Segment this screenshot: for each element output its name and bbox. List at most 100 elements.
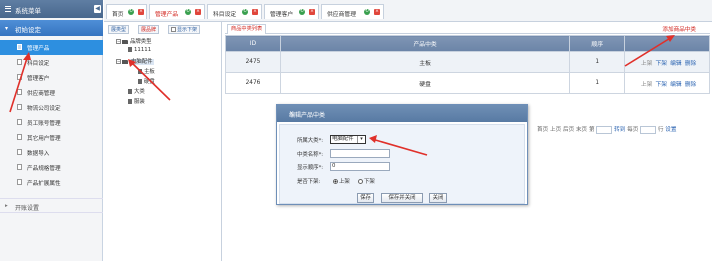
onshelf-radio-label: 上架 bbox=[339, 179, 350, 185]
refresh-icon[interactable]: ↻ bbox=[128, 9, 134, 15]
tree-node-category[interactable]: 大类 bbox=[128, 87, 145, 95]
close-icon[interactable]: × bbox=[289, 110, 521, 117]
file-icon bbox=[128, 99, 132, 104]
edit-subcategory-dialog: 编辑产品中类 × 所属大类*: 电脑配件 ▾ 中类名称*: 显示顺序*: 0 是… bbox=[276, 104, 528, 205]
table-row[interactable]: 2475 主板 1 上架 下架 编辑 删除 bbox=[225, 51, 710, 73]
tab-subject-settings[interactable]: 科目设定 ↻ × bbox=[207, 4, 262, 19]
tree-node-label: 主板 bbox=[144, 69, 155, 75]
tab-suppliers[interactable]: 供应商管理 ↻ × bbox=[321, 4, 384, 19]
tab-home[interactable]: 首页 ↻ × bbox=[106, 4, 147, 19]
tab-label: 管理产品 bbox=[155, 11, 179, 18]
tab-label: 首页 bbox=[112, 11, 124, 18]
display-order-input[interactable]: 0 bbox=[330, 162, 390, 171]
close-icon[interactable]: × bbox=[138, 9, 144, 15]
sidebar-item-suppliers[interactable]: 供应商管理 bbox=[0, 85, 103, 100]
onshelf-link[interactable]: 上架 bbox=[641, 61, 653, 67]
tree-node-motherboard[interactable]: 主板 bbox=[138, 67, 155, 75]
onshelf-radio[interactable]: 上架 bbox=[330, 177, 350, 185]
sidebar-item-logistics[interactable]: 物流公司设定 bbox=[0, 100, 103, 115]
document-icon bbox=[17, 74, 22, 80]
save-and-close-button[interactable]: 保存并关闭 bbox=[381, 193, 423, 203]
sidebar-item-product-attributes[interactable]: 产品扩展属性 bbox=[0, 175, 103, 190]
file-icon bbox=[138, 79, 142, 84]
pager-next[interactable]: 后页 bbox=[563, 127, 574, 133]
chevron-down-icon: ▾ bbox=[5, 25, 9, 32]
sidebar-item-other-users[interactable]: 其它用户管理 bbox=[0, 130, 103, 145]
tree-node-harddisk[interactable]: 硬盘 bbox=[138, 77, 155, 85]
sidebar-item-product-specs[interactable]: 产品规格管理 bbox=[0, 160, 103, 175]
tree-node-clothing[interactable]: 服装 bbox=[128, 97, 145, 105]
checkbox-icon bbox=[171, 27, 176, 32]
pager-last[interactable]: 末页 bbox=[576, 127, 587, 133]
sidebar-item-label: 科目设定 bbox=[27, 60, 50, 67]
delete-link[interactable]: 删除 bbox=[685, 61, 697, 67]
refresh-icon[interactable]: ↻ bbox=[364, 9, 370, 15]
sidebar-group-initial-settings[interactable]: ▾ 初始设定 bbox=[0, 20, 103, 36]
document-icon bbox=[17, 104, 22, 110]
sidebar-item-label: 产品扩展属性 bbox=[27, 180, 61, 187]
subcategory-name-input[interactable] bbox=[330, 149, 390, 158]
sidebar-header: 系统菜单 ◀ bbox=[0, 0, 103, 18]
page-number-input[interactable] bbox=[596, 125, 613, 134]
offshelf-radio-label: 下架 bbox=[364, 179, 375, 185]
sidebar-item-subject-settings[interactable]: 科目设定 bbox=[0, 55, 103, 70]
sidebar-item-label: 管理客户 bbox=[27, 75, 50, 82]
go-to-page-link[interactable]: 转到 bbox=[614, 127, 625, 133]
save-button[interactable]: 保存 bbox=[357, 193, 374, 203]
pager-first[interactable]: 首页 bbox=[537, 127, 548, 133]
chevron-down-icon: ▾ bbox=[357, 136, 365, 143]
close-icon[interactable]: × bbox=[309, 9, 315, 15]
collapse-sidebar-icon[interactable]: ◀ bbox=[94, 5, 101, 13]
table-row[interactable]: 2476 硬盘 1 上架 下架 编辑 删除 bbox=[225, 72, 710, 94]
order-label: 显示顺序*: bbox=[297, 165, 324, 171]
document-icon bbox=[17, 179, 22, 185]
tree-node-label: 品牌类型 bbox=[130, 39, 152, 45]
cell-actions: 上架 下架 编辑 删除 bbox=[624, 51, 710, 73]
refresh-icon[interactable]: ↻ bbox=[242, 9, 248, 15]
tree-node-11111[interactable]: 11111 bbox=[128, 47, 151, 53]
subcategory-table: ID 产品中类 顺序 2475 主板 1 上架 下架 编辑 删除 2476 硬盘 1 … bbox=[225, 35, 710, 94]
dialog-form: 所属大类*: 电脑配件 ▾ 中类名称*: 显示顺序*: 0 是否下架: 上架 下… bbox=[279, 124, 525, 204]
sidebar-item-staff-accounts[interactable]: 员工账号管理 bbox=[0, 115, 103, 130]
category-select-value: 电脑配件 bbox=[332, 136, 354, 142]
tab-manage-products[interactable]: 管理产品 ↻ × bbox=[149, 4, 205, 19]
file-icon bbox=[128, 47, 132, 52]
set-per-page-link[interactable]: 设置 bbox=[665, 127, 676, 133]
close-icon[interactable]: × bbox=[252, 9, 258, 15]
per-page-input[interactable] bbox=[640, 125, 657, 134]
close-icon[interactable]: × bbox=[374, 9, 380, 15]
sidebar-item-manage-customers[interactable]: 管理客户 bbox=[0, 70, 103, 85]
refresh-icon[interactable]: ↻ bbox=[185, 9, 191, 15]
sidebar-item-data-import[interactable]: 数据导入 bbox=[0, 145, 103, 160]
show-offshelf-toggle[interactable]: 显示下架 bbox=[168, 25, 201, 34]
folder-icon bbox=[122, 39, 128, 44]
cell-order: 1 bbox=[569, 51, 626, 73]
refresh-icon[interactable]: ↻ bbox=[299, 9, 305, 15]
edit-link[interactable]: 编辑 bbox=[670, 82, 682, 88]
expand-type-button[interactable]: 展类型 bbox=[108, 25, 130, 34]
document-icon bbox=[17, 149, 22, 155]
tab-label: 管理客户 bbox=[270, 11, 294, 18]
offshelf-radio[interactable]: 下架 bbox=[355, 177, 375, 185]
category-select[interactable]: 电脑配件 ▾ bbox=[330, 135, 366, 144]
pager-prev[interactable]: 上页 bbox=[550, 127, 561, 133]
offshelf-link[interactable]: 下架 bbox=[655, 82, 667, 88]
tree-node-label: 11111 bbox=[134, 47, 152, 53]
tab-bar: 首页 ↻ × 管理产品 ↻ × 科目设定 ↻ × 管理客户 ↻ × 供应商管理 … bbox=[104, 0, 712, 22]
tab-manage-customers[interactable]: 管理客户 ↻ × bbox=[264, 4, 319, 19]
add-subcategory-link[interactable]: 添加商品中类 bbox=[662, 25, 696, 33]
brand-button[interactable]: 展品牌 bbox=[138, 25, 160, 34]
close-icon[interactable]: × bbox=[195, 9, 201, 15]
sidebar-item-manage-products[interactable]: 管理产品 bbox=[0, 40, 103, 55]
tree-node-computer-parts[interactable]: − 电脑配件 bbox=[116, 57, 154, 65]
subcategory-grid-panel: 商品中类列表 添加商品中类 ID 产品中类 顺序 2475 主板 1 上架 下架编… bbox=[225, 22, 710, 134]
offshelf-label: 是否下架: bbox=[297, 179, 321, 185]
edit-link[interactable]: 编辑 bbox=[670, 61, 682, 67]
tree-node-root[interactable]: − 品牌类型 bbox=[116, 37, 152, 45]
tree-node-label: 服装 bbox=[134, 99, 145, 105]
sidebar-group-opening-settings[interactable]: ▸ 开账设置 bbox=[0, 198, 103, 213]
offshelf-link[interactable]: 下架 bbox=[655, 61, 667, 67]
delete-link[interactable]: 删除 bbox=[685, 82, 697, 88]
close-button[interactable]: 关闭 bbox=[429, 193, 447, 203]
onshelf-link[interactable]: 上架 bbox=[641, 82, 653, 88]
